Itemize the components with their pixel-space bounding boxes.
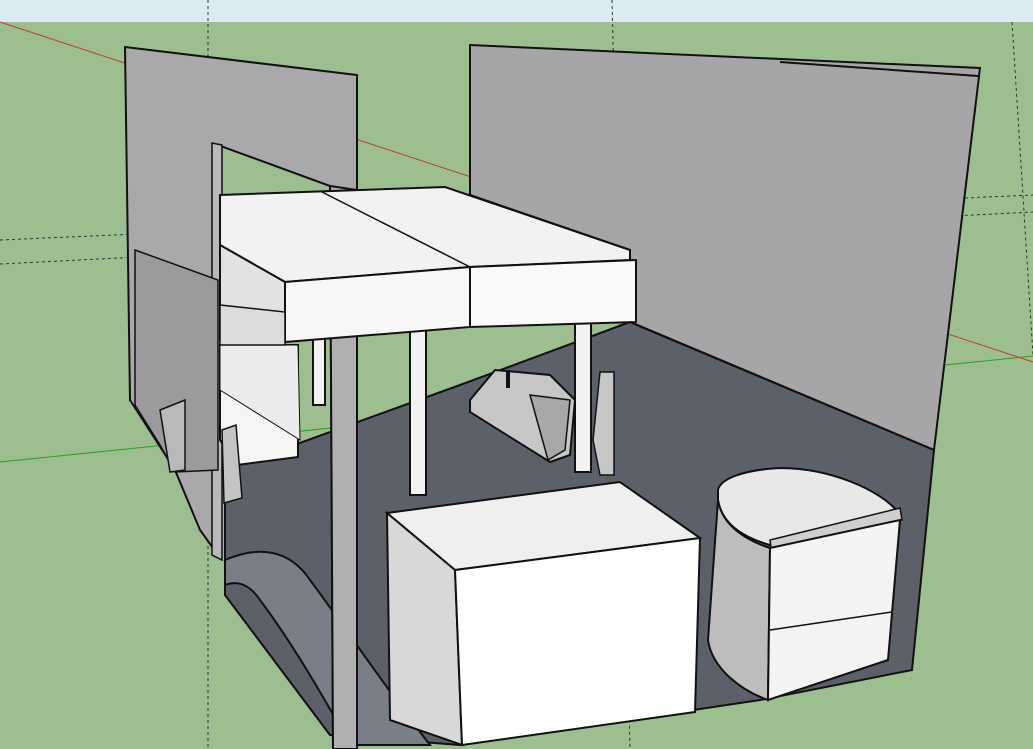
toilet-unit[interactable] [706,466,903,702]
support-post [574,321,592,473]
support-post [409,329,427,496]
support-post [312,334,326,406]
model-viewport[interactable] [0,0,1033,749]
sky-band [0,0,1033,22]
storage-cabinet[interactable] [384,480,703,747]
